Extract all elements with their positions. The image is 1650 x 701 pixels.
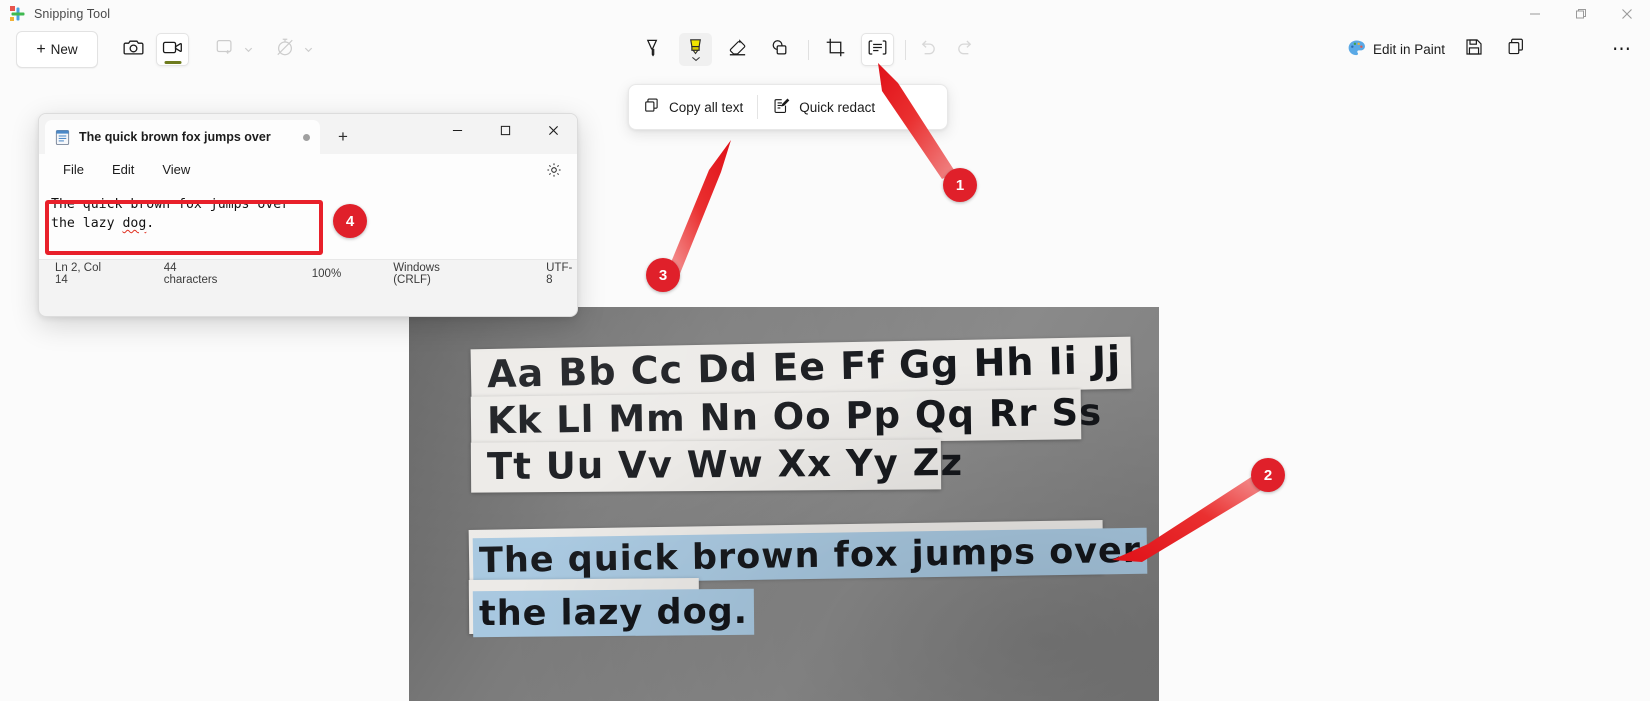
snip-delay-button[interactable] <box>268 33 301 66</box>
notepad-status-bar: Ln 2, Col 14 44 characters 100% Windows … <box>39 259 577 287</box>
notepad-minimize-button[interactable] <box>433 114 481 146</box>
status-line-endings[interactable]: Windows (CRLF) <box>393 262 476 286</box>
video-camera-icon <box>162 37 183 63</box>
ellipsis-icon: ⋯ <box>1612 39 1631 60</box>
app-title: Snipping Tool <box>34 6 111 21</box>
notepad-tab-strip: The quick brown fox jumps over + <box>39 114 577 154</box>
redo-button[interactable] <box>949 33 982 66</box>
copy-icon <box>643 97 660 117</box>
snip-shape-button[interactable] <box>208 33 241 66</box>
highlighter-chevron-icon <box>691 49 700 67</box>
copy-all-text-button[interactable]: Copy all text <box>629 85 757 129</box>
notepad-window[interactable]: The quick brown fox jumps over + File Ed… <box>38 113 578 317</box>
notepad-text-area[interactable]: The quick brown fox jumps over the lazy … <box>39 184 577 287</box>
undo-button[interactable] <box>911 33 944 66</box>
misspelled-word: dog <box>122 216 147 231</box>
notepad-menu-edit[interactable]: Edit <box>100 158 146 181</box>
selected-mode-indicator <box>164 61 181 64</box>
paint-palette-icon <box>1347 39 1366 61</box>
handwritten-sentence-line-2: the lazy dog. <box>472 588 755 638</box>
captured-image-canvas[interactable]: Aa Bb Cc Dd Ee Ff Gg Hh Ii Jj Kk Ll Mm N… <box>409 307 1159 701</box>
main-toolbar: + New Edit in Paint ⋯ <box>0 27 1650 72</box>
notepad-icon <box>54 129 71 146</box>
status-encoding[interactable]: UTF-8 <box>546 262 577 286</box>
document-line-2-prefix: the lazy <box>51 216 123 231</box>
snip-delay-chevron[interactable] <box>298 33 318 66</box>
notepad-menu-file[interactable]: File <box>51 158 96 181</box>
eraser-icon <box>727 37 748 63</box>
quick-redact-button[interactable]: Quick redact <box>758 85 889 129</box>
crop-tool-button[interactable] <box>819 33 852 66</box>
text-actions-tool-button[interactable] <box>861 33 894 66</box>
ballpoint-pen-icon <box>643 37 664 63</box>
highlighter-tool-button[interactable] <box>679 33 712 66</box>
copy-button[interactable] <box>1499 33 1532 66</box>
gear-icon[interactable] <box>542 158 565 181</box>
unsaved-changes-indicator <box>303 133 310 141</box>
annotation-badge-4: 4 <box>333 204 367 238</box>
new-button-label: New <box>50 42 78 57</box>
snip-mode-image-button[interactable] <box>117 33 150 66</box>
snip-shape-chevron[interactable] <box>238 33 258 66</box>
redo-icon <box>955 37 976 63</box>
rectangle-snip-icon <box>215 37 235 62</box>
edit-in-paint-label: Edit in Paint <box>1372 42 1445 57</box>
quick-redact-label: Quick redact <box>799 99 876 115</box>
notepad-close-button[interactable] <box>529 114 577 146</box>
undo-icon <box>917 37 938 63</box>
handwritten-sentence-line-1: The quick brown fox jumps over <box>472 527 1148 585</box>
document-line-1: The quick brown fox jumps over <box>51 197 290 212</box>
copy-all-text-label: Copy all text <box>669 99 744 115</box>
document-line-2-suffix: . <box>146 216 155 231</box>
camera-icon <box>123 37 144 63</box>
status-cursor-position[interactable]: Ln 2, Col 14 <box>55 262 114 286</box>
snipping-tool-window: Snipping Tool + New Edit in Paint ⋯ Copy… <box>0 0 1650 701</box>
redact-document-icon <box>772 97 790 118</box>
text-actions-icon <box>867 37 888 63</box>
notepad-menu-bar: File Edit View <box>39 154 577 184</box>
annotation-badge-1: 1 <box>943 168 977 202</box>
toolbar-separator <box>808 40 809 60</box>
ballpoint-pen-tool-button[interactable] <box>637 33 670 66</box>
status-character-count[interactable]: 44 characters <box>164 262 230 286</box>
toolbar-separator-2 <box>905 40 906 60</box>
snipping-tool-icon <box>9 5 27 23</box>
eraser-tool-button[interactable] <box>721 33 754 66</box>
handwritten-alphabet-line-2: Kk Ll Mm Nn Oo Pp Qq Rr Ss <box>486 390 1103 443</box>
annotation-badge-3: 3 <box>646 258 680 292</box>
notepad-menu-view[interactable]: View <box>150 158 202 181</box>
notepad-window-controls <box>433 114 577 146</box>
window-minimize-button[interactable] <box>1512 0 1558 27</box>
save-button[interactable] <box>1457 33 1490 66</box>
plus-icon: + <box>36 40 46 58</box>
title-bar: Snipping Tool <box>0 0 1650 27</box>
new-snip-button[interactable]: + New <box>16 31 98 68</box>
text-actions-flyout: Copy all text Quick redact <box>628 84 948 130</box>
annotation-badge-2: 2 <box>1251 458 1285 492</box>
notepad-tab[interactable]: The quick brown fox jumps over <box>45 120 320 154</box>
shapes-icon <box>769 37 790 63</box>
copy-icon <box>1506 37 1526 62</box>
more-options-button[interactable]: ⋯ <box>1605 33 1638 66</box>
shapes-tool-button[interactable] <box>763 33 796 66</box>
timer-off-icon <box>275 37 295 62</box>
snip-mode-video-button[interactable] <box>156 33 189 66</box>
notepad-tab-title: The quick brown fox jumps over <box>79 130 271 144</box>
notepad-new-tab-button[interactable]: + <box>328 122 358 152</box>
notepad-maximize-button[interactable] <box>481 114 529 146</box>
window-close-button[interactable] <box>1604 0 1650 27</box>
crop-icon <box>825 37 846 63</box>
edit-in-paint-button[interactable]: Edit in Paint <box>1338 33 1454 66</box>
notepad-document-text: The quick brown fox jumps over the lazy … <box>51 195 289 233</box>
handwritten-alphabet-line-3: Tt Uu Vv Ww Xx Yy Zz <box>486 440 964 489</box>
quick-redact-chevron[interactable] <box>889 85 915 129</box>
save-icon <box>1464 37 1484 62</box>
status-zoom-level[interactable]: 100% <box>312 268 341 280</box>
window-restore-button[interactable] <box>1558 0 1604 27</box>
